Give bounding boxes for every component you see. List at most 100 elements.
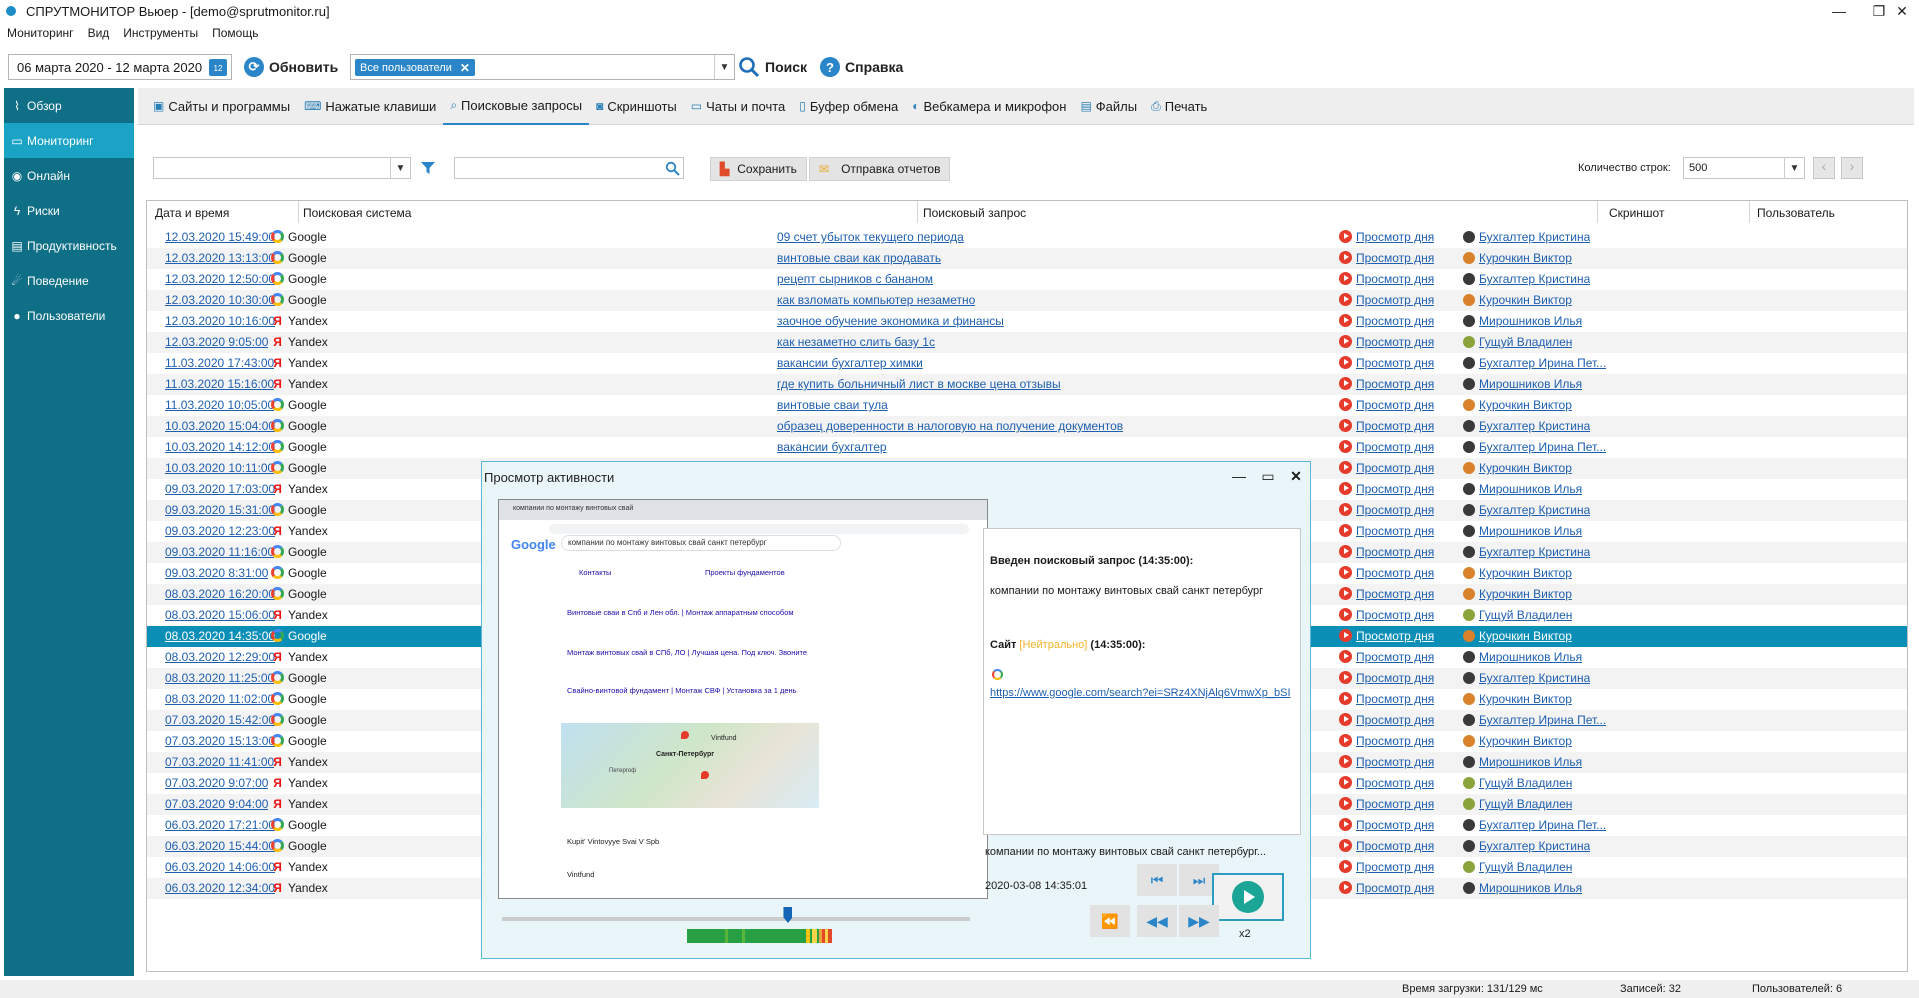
dialog-maximize-button[interactable]: ▭ (1257, 466, 1279, 486)
user-link[interactable]: Бухгалтер Ирина Пет... (1479, 713, 1606, 727)
user-link[interactable]: Бухгалтер Кристина (1479, 272, 1590, 286)
rewind-button[interactable]: ◀◀ (1137, 905, 1177, 937)
table-row[interactable]: 12.03.2020 12:50:00 Google рецепт сырников… (147, 269, 1907, 290)
menu-help[interactable]: Помощь (205, 26, 265, 46)
view-day-link[interactable]: Просмотр дня (1356, 671, 1434, 685)
view-day-link[interactable]: Просмотр дня (1356, 587, 1434, 601)
search-icon[interactable] (665, 161, 680, 176)
view-day-link[interactable]: Просмотр дня (1356, 230, 1434, 244)
view-day-link[interactable]: Просмотр дня (1356, 566, 1434, 580)
user-link[interactable]: Курочкин Виктор (1479, 293, 1572, 307)
user-link[interactable]: Мирошников Илья (1479, 314, 1582, 328)
datetime-link[interactable]: 12.03.2020 13:13:00 (165, 251, 275, 265)
view-day-link[interactable]: Просмотр дня (1356, 440, 1434, 454)
chevron-down-icon[interactable]: ▼ (714, 55, 734, 79)
query-link[interactable]: где купить больничный лист в москве цена… (777, 377, 1061, 391)
user-link[interactable]: Бухгалтер Кристина (1479, 419, 1590, 433)
datetime-link[interactable]: 10.03.2020 14:12:00 (165, 440, 275, 454)
datetime-link[interactable]: 08.03.2020 12:29:00 (165, 650, 275, 664)
page-prev-button[interactable]: ‹ (1813, 157, 1835, 179)
user-link[interactable]: Гущуй Владилен (1479, 608, 1572, 622)
view-day-link[interactable]: Просмотр дня (1356, 482, 1434, 496)
tab-screenshots[interactable]: ◙ Скриншоты (589, 88, 684, 125)
user-link[interactable]: Мирошников Илья (1479, 650, 1582, 664)
user-link[interactable]: Курочкин Виктор (1479, 587, 1572, 601)
search-button[interactable]: Поиск (738, 54, 807, 80)
menu-tools[interactable]: Инструменты (116, 26, 205, 46)
table-row[interactable]: 11.03.2020 15:16:00 Я Yandex где купить бол… (147, 374, 1907, 395)
datetime-link[interactable]: 09.03.2020 12:23:00 (165, 524, 275, 538)
tab-search-queries[interactable]: ⌕ Поисковые запросы (443, 88, 590, 125)
query-link[interactable]: как взломать компьютер незаметно (777, 293, 975, 307)
user-link[interactable]: Мирошников Илья (1479, 755, 1582, 769)
table-row[interactable]: 11.03.2020 10:05:00 Google винтовые сваи т… (147, 395, 1907, 416)
col-user[interactable]: Пользователь (1757, 206, 1835, 220)
rows-count-select[interactable]: 500 ▼ (1683, 157, 1805, 179)
view-day-link[interactable]: Просмотр дня (1356, 272, 1434, 286)
datetime-link[interactable]: 07.03.2020 15:42:00 (165, 713, 275, 727)
sidebar-item-online[interactable]: ◉ Онлайн (4, 158, 134, 193)
table-row[interactable]: 10.03.2020 15:04:00 Google образец доверен… (147, 416, 1907, 437)
user-link[interactable]: Курочкин Виктор (1479, 461, 1572, 475)
query-link[interactable]: вакансии бухгалтер химки (777, 356, 923, 370)
view-day-link[interactable]: Просмотр дня (1356, 818, 1434, 832)
tab-clipboard[interactable]: ▯ Буфер обмена (792, 88, 905, 125)
view-day-link[interactable]: Просмотр дня (1356, 314, 1434, 328)
col-engine[interactable]: Поисковая система (303, 206, 411, 220)
view-day-link[interactable]: Просмотр дня (1356, 293, 1434, 307)
user-link[interactable]: Бухгалтер Кристина (1479, 839, 1590, 853)
user-link[interactable]: Мирошников Илья (1479, 377, 1582, 391)
datetime-link[interactable]: 07.03.2020 11:41:00 (165, 755, 274, 769)
user-link[interactable]: Гущуй Владилен (1479, 776, 1572, 790)
datetime-link[interactable]: 08.03.2020 14:35:00 (165, 629, 275, 643)
timeline-track[interactable] (502, 917, 970, 921)
query-link[interactable]: как незаметно слить базу 1с (777, 335, 935, 349)
sidebar-item-monitoring[interactable]: ▭ Мониторинг (4, 123, 134, 158)
datetime-link[interactable]: 10.03.2020 10:11:00 (165, 461, 274, 475)
view-day-link[interactable]: Просмотр дня (1356, 524, 1434, 538)
query-search-input[interactable] (454, 157, 684, 179)
user-link[interactable]: Бухгалтер Кристина (1479, 503, 1590, 517)
datetime-link[interactable]: 12.03.2020 15:49:00 (165, 230, 275, 244)
query-link[interactable]: заочное обучение экономика и финансы (777, 314, 1004, 328)
query-link[interactable]: рецепт сырников с бананом (777, 272, 933, 286)
view-day-link[interactable]: Просмотр дня (1356, 251, 1434, 265)
close-button[interactable]: ✕ (1882, 0, 1919, 22)
tab-files[interactable]: ▤ Файлы (1073, 88, 1144, 125)
view-day-link[interactable]: Просмотр дня (1356, 377, 1434, 391)
filter-icon[interactable] (420, 160, 436, 176)
rewind-fast-button[interactable]: ⏪ (1090, 905, 1130, 937)
col-screenshot[interactable]: Скриншот (1609, 206, 1664, 220)
view-day-link[interactable]: Просмотр дня (1356, 839, 1434, 853)
view-day-link[interactable]: Просмотр дня (1356, 860, 1434, 874)
dialog-minimize-button[interactable]: — (1228, 466, 1250, 486)
user-link[interactable]: Курочкин Виктор (1479, 629, 1572, 643)
datetime-link[interactable]: 12.03.2020 10:30:00 (165, 293, 275, 307)
user-filter-select[interactable]: Все пользователи ✕ ▼ (350, 54, 735, 80)
user-link[interactable]: Курочкин Виктор (1479, 692, 1572, 706)
table-row[interactable]: 11.03.2020 17:43:00 Я Yandex вакансии бухга… (147, 353, 1907, 374)
screenshot-preview[interactable]: компании по монтажу винтовых свай Google… (498, 499, 988, 899)
table-row[interactable]: 12.03.2020 10:16:00 Я Yandex заочное обучен… (147, 311, 1907, 332)
fast-forward-button[interactable]: ▶▶ (1179, 905, 1219, 937)
sidebar-item-overview[interactable]: ⌇ Обзор (4, 88, 134, 123)
user-link[interactable]: Бухгалтер Кристина (1479, 230, 1590, 244)
view-day-link[interactable]: Просмотр дня (1356, 608, 1434, 622)
query-link[interactable]: винтовые сваи как продавать (777, 251, 941, 265)
datetime-link[interactable]: 11.03.2020 17:43:00 (165, 356, 274, 370)
datetime-link[interactable]: 08.03.2020 11:02:00 (165, 692, 274, 706)
user-link[interactable]: Мирошников Илья (1479, 524, 1582, 538)
table-row[interactable]: 12.03.2020 9:05:00 Я Yandex как незаметно с… (147, 332, 1907, 353)
sidebar-item-productivity[interactable]: ▤ Продуктивность (4, 228, 134, 263)
engine-filter-select[interactable]: ▼ (153, 157, 411, 179)
user-chip[interactable]: Все пользователи ✕ (355, 59, 475, 76)
datetime-link[interactable]: 06.03.2020 14:06:00 (165, 860, 275, 874)
datetime-link[interactable]: 07.03.2020 9:07:00 (165, 776, 268, 790)
view-day-link[interactable]: Просмотр дня (1356, 503, 1434, 517)
tab-webcam[interactable]: ◐ Вебкамера и микрофон (905, 88, 1073, 125)
datetime-link[interactable]: 06.03.2020 17:21:00 (165, 818, 275, 832)
query-link[interactable]: вакансии бухгалтер (777, 440, 887, 454)
col-query[interactable]: Поисковый запрос (923, 206, 1026, 220)
user-link[interactable]: Курочкин Виктор (1479, 566, 1572, 580)
site-url-link[interactable]: https://www.google.com/search?ei=SRz4XNj… (990, 687, 1291, 699)
